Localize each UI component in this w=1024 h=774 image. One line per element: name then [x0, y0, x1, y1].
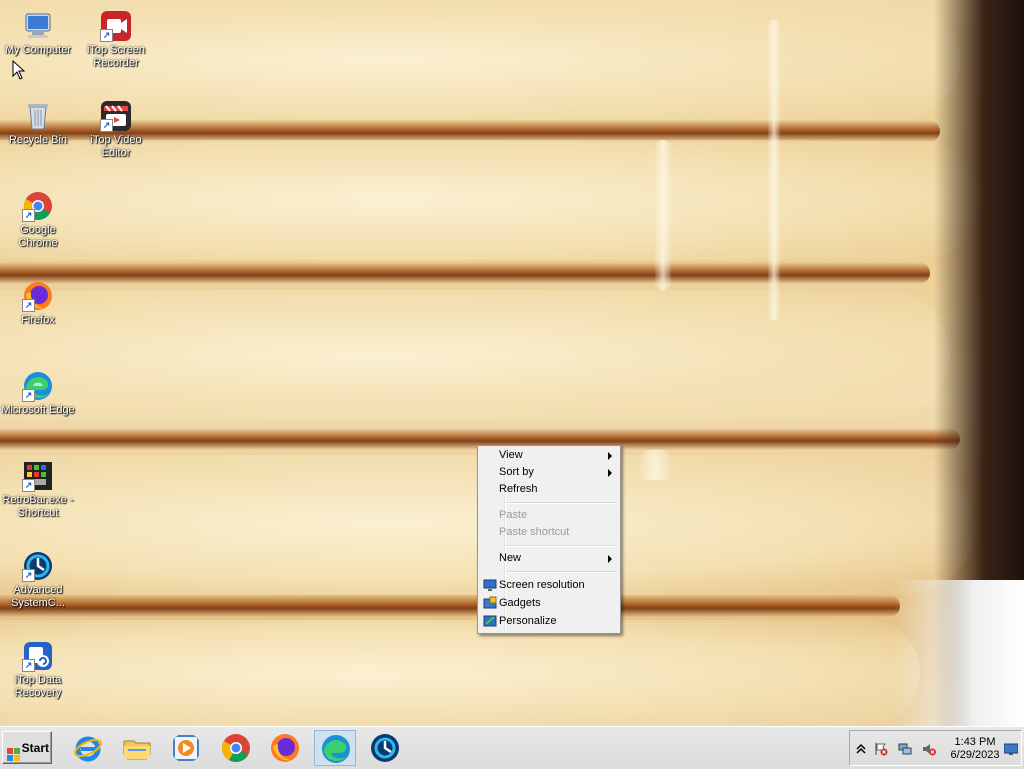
desktop-icon-microsoft-edge[interactable]: ↗ Microsoft Edge	[0, 364, 76, 417]
menu-item-label: Screen resolution	[499, 579, 585, 591]
taskbar: Start 1:43 PM 6/29/2023	[0, 726, 1024, 769]
menu-item-label: Paste shortcut	[499, 526, 570, 538]
personalize-icon	[483, 614, 497, 628]
menu-item-screen-resolution[interactable]: Screen resolution	[480, 577, 618, 594]
firefox-icon: ↗	[22, 280, 54, 312]
internet-explorer-icon	[74, 736, 102, 762]
screen-resolution-icon	[483, 578, 497, 592]
menu-separator	[506, 571, 618, 573]
volume-muted-icon[interactable]	[922, 742, 936, 756]
advanced-systemcare-icon: ↗	[22, 550, 54, 582]
advanced-systemcare-icon	[371, 734, 399, 762]
firefox-icon	[271, 734, 299, 762]
menu-item-personalize[interactable]: Personalize	[480, 613, 618, 630]
computer-icon	[22, 10, 54, 42]
desktop-context-menu: View Sort by Refresh Paste Paste shortcu…	[477, 445, 621, 634]
desktop-icon-recycle-bin[interactable]: Recycle Bin	[0, 94, 76, 147]
gadgets-icon	[483, 596, 497, 610]
desktop-icon-itop-data-recovery[interactable]: ↗ iTop Data Recovery	[0, 634, 76, 700]
taskbar-item-firefox[interactable]	[264, 730, 306, 766]
desktop-icon-label: Recycle Bin	[8, 134, 68, 146]
taskbar-item-advanced-systemcare[interactable]	[364, 730, 406, 766]
desktop-icon-advanced-systemcare[interactable]: ↗ Advanced SystemC...	[0, 544, 76, 610]
edge-icon	[322, 735, 350, 763]
mouse-cursor-icon	[12, 60, 25, 80]
menu-item-label: View	[499, 449, 523, 461]
clock-date: 6/29/2023	[950, 749, 1000, 761]
desktop-icon-label: iTop Screen Recorder	[86, 44, 146, 69]
menu-item-label: New	[499, 552, 522, 564]
submenu-arrow-icon	[608, 555, 612, 563]
desktop-icon-my-computer[interactable]: My Computer	[0, 4, 76, 57]
submenu-arrow-icon	[608, 452, 612, 460]
edge-icon: ↗	[22, 370, 54, 402]
chrome-icon: ↗	[22, 190, 54, 222]
desktop-icon-itop-screen-recorder[interactable]: ↗ iTop Screen Recorder	[78, 4, 154, 70]
submenu-arrow-icon	[608, 469, 612, 477]
desktop-icon-firefox[interactable]: ↗ Firefox	[0, 274, 76, 327]
taskbar-item-chrome[interactable]	[215, 730, 257, 766]
screen-recorder-icon: ↗	[100, 10, 132, 42]
desktop-icon-label: iTop Video Editor	[90, 134, 142, 159]
start-label: Start	[21, 741, 49, 755]
data-recovery-icon: ↗	[22, 640, 54, 672]
desktop-icon-label: Google Chrome	[18, 224, 58, 249]
start-button[interactable]: Start	[2, 731, 52, 764]
menu-item-refresh[interactable]: Refresh	[480, 481, 618, 498]
menu-item-view[interactable]: View	[480, 447, 618, 464]
retrobar-icon: ↗	[22, 460, 54, 492]
clock[interactable]: 1:43 PM 6/29/2023	[944, 736, 1006, 762]
desktop-icon-label: My Computer	[4, 44, 72, 56]
show-desktop-icon[interactable]	[1003, 742, 1019, 756]
taskbar-item-file-explorer[interactable]	[116, 730, 158, 766]
recycle-bin-icon	[22, 100, 54, 132]
menu-item-paste-shortcut: Paste shortcut	[480, 524, 618, 541]
chrome-icon	[222, 734, 250, 762]
taskbar-item-internet-explorer[interactable]	[67, 730, 109, 766]
menu-item-sort-by[interactable]: Sort by	[480, 464, 618, 481]
file-explorer-icon	[123, 740, 151, 760]
menu-separator	[506, 545, 618, 547]
taskbar-item-media-player[interactable]	[165, 730, 207, 766]
taskbar-item-edge[interactable]	[314, 730, 356, 766]
menu-item-paste: Paste	[480, 507, 618, 524]
action-center-flag-icon[interactable]	[874, 742, 888, 756]
menu-item-gadgets[interactable]: Gadgets	[480, 595, 618, 612]
desktop-icon-label: Advanced SystemC...	[11, 584, 65, 609]
desktop-icon-retrobar-shortcut[interactable]: ↗ RetroBar.exe - Shortcut	[0, 454, 76, 520]
desktop-icon-google-chrome[interactable]: ↗ Google Chrome	[0, 184, 76, 250]
show-hidden-icons-chevron[interactable]	[854, 742, 868, 756]
menu-item-new[interactable]: New	[480, 550, 618, 567]
menu-separator	[506, 502, 618, 504]
desktop-icon-label: Firefox	[21, 314, 55, 326]
menu-item-label: Paste	[499, 509, 528, 521]
menu-item-label: Refresh	[499, 483, 538, 495]
desktop-icon-label: Microsoft Edge	[1, 404, 75, 416]
menu-item-label: Personalize	[499, 615, 557, 627]
windows-flag-icon	[7, 741, 20, 761]
menu-item-label: Gadgets	[499, 597, 541, 609]
network-icon[interactable]	[898, 742, 912, 756]
clock-time: 1:43 PM	[954, 736, 996, 748]
system-tray: 1:43 PM 6/29/2023	[849, 730, 1022, 766]
desktop-icon-itop-video-editor[interactable]: ↗ iTop Video Editor	[78, 94, 154, 160]
media-player-icon	[173, 735, 199, 761]
video-editor-icon: ↗	[100, 100, 132, 132]
desktop-icon-label: iTop Data Recovery	[14, 674, 62, 699]
menu-item-label: Sort by	[499, 466, 534, 478]
desktop-icon-label: RetroBar.exe - Shortcut	[2, 494, 74, 519]
